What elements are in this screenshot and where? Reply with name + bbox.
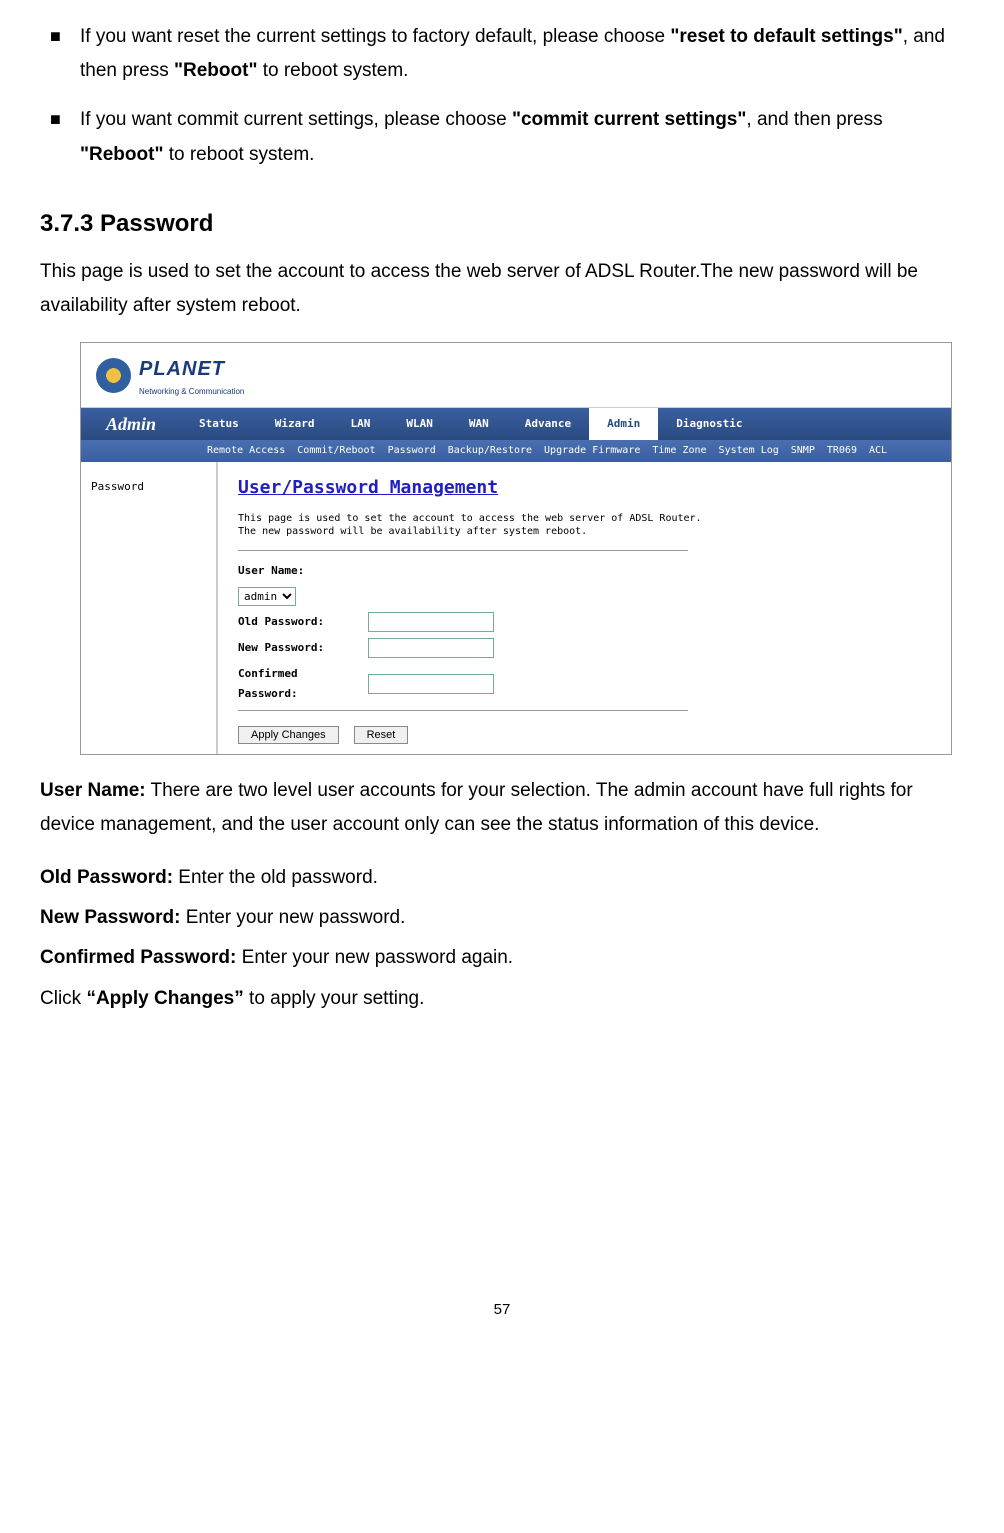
confpwd-definition: Confirmed Password: Enter your new passw… — [40, 941, 964, 975]
nav-wizard[interactable]: Wizard — [257, 414, 333, 434]
oldpwd-definition: Old Password: Enter the old password. — [40, 861, 964, 895]
page-number: 57 — [40, 1296, 964, 1323]
logo-subtitle: Networking & Communication — [139, 385, 244, 399]
username-label: User Name: — [238, 561, 368, 581]
nav-lan[interactable]: LAN — [333, 414, 389, 434]
text: , and then press — [746, 109, 882, 130]
form-row-confpwd: Confirmed Password: — [238, 664, 931, 704]
subnav-backup-restore[interactable]: Backup/Restore — [442, 442, 538, 460]
sidebar-item-password[interactable]: Password — [91, 480, 144, 493]
panel-description: This page is used to set the account to … — [238, 512, 931, 538]
newpwd-def-text: Enter your new password. — [180, 907, 405, 928]
newpwd-def-label: New Password: — [40, 907, 180, 928]
subnav-tr069[interactable]: TR069 — [821, 442, 863, 460]
section-intro: This page is used to set the account to … — [40, 255, 964, 323]
logo-text-wrap: PLANET Networking & Communication — [139, 351, 244, 399]
subnav-upgrade-firmware[interactable]: Upgrade Firmware — [538, 442, 646, 460]
confpwd-label-line1: Confirmed — [238, 667, 298, 680]
panel-title: User/Password Management — [238, 472, 931, 504]
bold-text: "reset to default settings" — [670, 26, 902, 47]
form-row-newpwd: New Password: — [238, 638, 931, 658]
reset-button[interactable]: Reset — [354, 726, 409, 744]
apply-instruction: Click “Apply Changes” to apply your sett… — [40, 982, 964, 1016]
apply-prefix: Click — [40, 988, 86, 1009]
text: If you want reset the current settings t… — [80, 26, 670, 47]
form-row-username-select: admin — [238, 587, 931, 606]
confpwd-label: Confirmed Password: — [238, 664, 368, 704]
logo-bar: PLANET Networking & Communication — [81, 343, 951, 408]
subnav-snmp[interactable]: SNMP — [785, 442, 821, 460]
text: If you want commit current settings, ple… — [80, 109, 512, 130]
username-def-text: There are two level user accounts for yo… — [40, 780, 913, 835]
apply-suffix: to apply your setting. — [244, 988, 425, 1009]
subnav-time-zone[interactable]: Time Zone — [646, 442, 712, 460]
desc-line1: This page is used to set the account to … — [238, 513, 702, 524]
subnav-bar: Remote Access Commit/Reboot Password Bac… — [81, 440, 951, 462]
form-row-username: User Name: — [238, 561, 931, 581]
bullet-item: If you want reset the current settings t… — [40, 20, 964, 88]
bold-text: "commit current settings" — [512, 109, 746, 130]
router-screenshot: PLANET Networking & Communication Admin … — [80, 342, 952, 754]
nav-admin[interactable]: Admin — [589, 408, 658, 440]
main-panel: User/Password Management This page is us… — [218, 462, 951, 754]
subnav-acl[interactable]: ACL — [863, 442, 893, 460]
bold-text: "Reboot" — [80, 144, 163, 165]
username-def-label: User Name: — [40, 780, 146, 801]
desc-line2: The new password will be availability af… — [238, 526, 587, 537]
nav-bar: Admin Status Wizard LAN WLAN WAN Advance… — [81, 408, 951, 440]
subnav-commit-reboot[interactable]: Commit/Reboot — [291, 442, 381, 460]
form-row-oldpwd: Old Password: — [238, 612, 931, 632]
newpwd-input[interactable] — [368, 638, 494, 658]
confpwd-def-text: Enter your new password again. — [236, 947, 513, 968]
subnav-remote-access[interactable]: Remote Access — [201, 442, 291, 460]
text: to reboot system. — [257, 60, 408, 81]
confpwd-label-line2: Password: — [238, 687, 298, 700]
nav-advance[interactable]: Advance — [507, 414, 589, 434]
nav-wan[interactable]: WAN — [451, 414, 507, 434]
username-select[interactable]: admin — [238, 587, 296, 606]
username-definition: User Name: There are two level user acco… — [40, 774, 964, 842]
bullet-list: If you want reset the current settings t… — [40, 20, 964, 172]
oldpwd-label: Old Password: — [238, 612, 368, 632]
confpwd-def-label: Confirmed Password: — [40, 947, 236, 968]
subnav-password[interactable]: Password — [382, 442, 442, 460]
newpwd-label: New Password: — [238, 638, 368, 658]
subnav-system-log[interactable]: System Log — [713, 442, 785, 460]
newpwd-definition: New Password: Enter your new password. — [40, 901, 964, 935]
nav-wlan[interactable]: WLAN — [388, 414, 451, 434]
confpwd-input[interactable] — [368, 674, 494, 694]
divider — [238, 710, 688, 711]
oldpwd-def-label: Old Password: — [40, 867, 173, 888]
nav-section-label: Admin — [81, 408, 181, 440]
bullet-item: If you want commit current settings, ple… — [40, 103, 964, 171]
divider — [238, 550, 688, 551]
apply-changes-button[interactable]: Apply Changes — [238, 726, 339, 744]
sidebar: Password — [81, 462, 218, 754]
button-row: Apply Changes Reset — [238, 726, 931, 744]
oldpwd-input[interactable] — [368, 612, 494, 632]
oldpwd-def-text: Enter the old password. — [173, 867, 378, 888]
logo-text: PLANET — [139, 358, 225, 380]
text: to reboot system. — [163, 144, 314, 165]
section-heading: 3.7.3 Password — [40, 202, 964, 245]
bold-text: "Reboot" — [174, 60, 257, 81]
apply-bold: “Apply Changes” — [86, 988, 243, 1009]
nav-diagnostic[interactable]: Diagnostic — [658, 414, 760, 434]
content-area: Password User/Password Management This p… — [81, 462, 951, 754]
nav-status[interactable]: Status — [181, 414, 257, 434]
planet-logo-icon — [96, 358, 131, 393]
